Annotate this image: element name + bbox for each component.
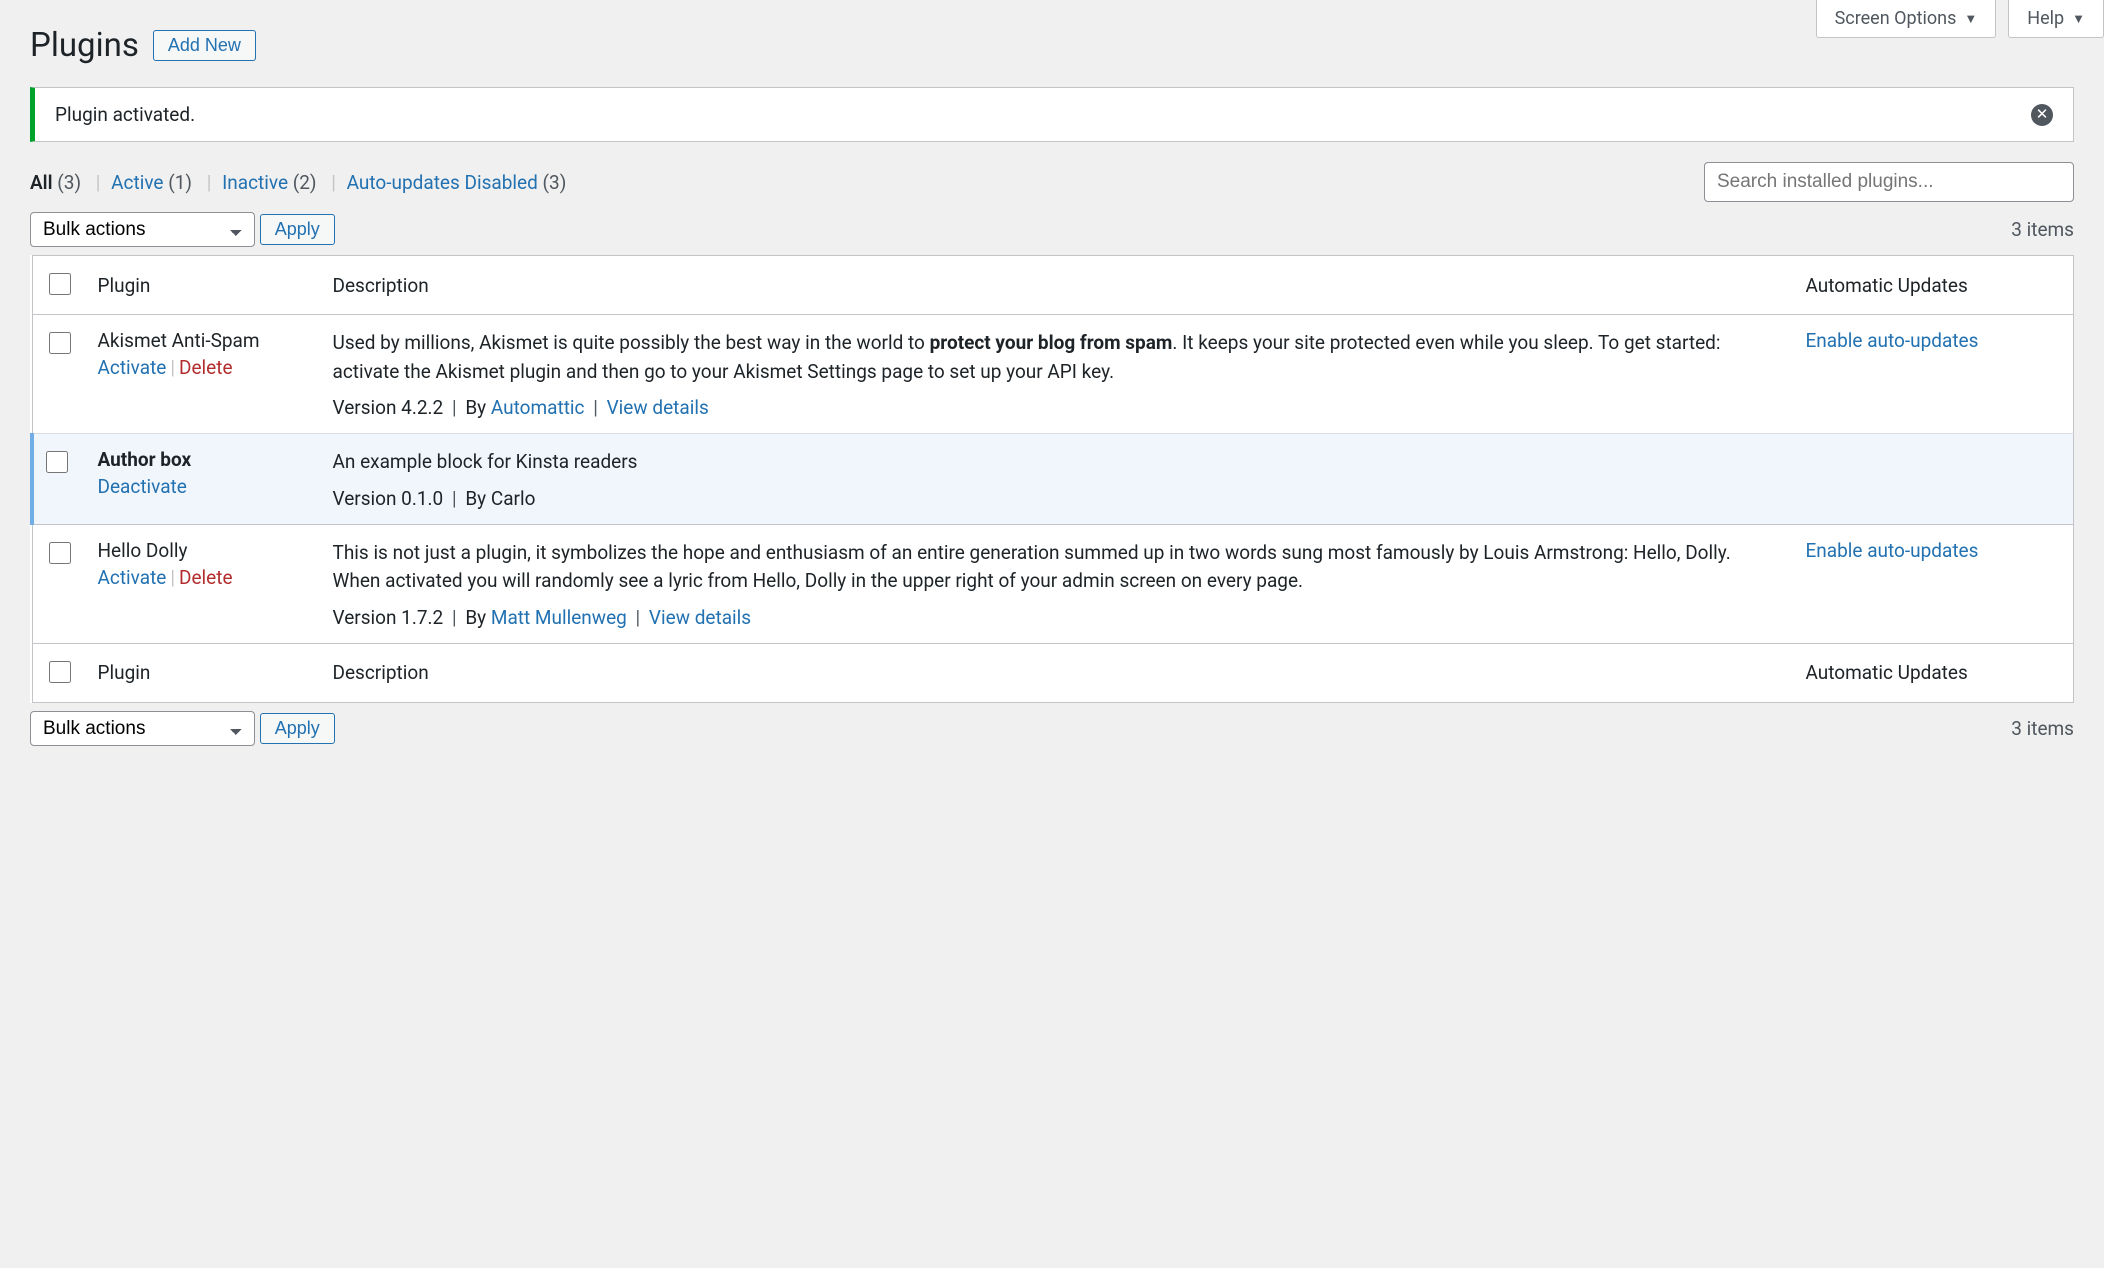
plugin-name: Author box (98, 448, 309, 471)
select-all-bottom[interactable] (49, 661, 71, 683)
select-plugin-checkbox[interactable] (49, 332, 71, 354)
plugin-meta: Version 1.7.2 | By Matt Mullenweg | View… (333, 606, 1782, 629)
add-new-button[interactable]: Add New (153, 30, 256, 61)
column-auto-updates: Automatic Updates (1794, 256, 2074, 315)
search-input[interactable] (1704, 162, 2074, 202)
column-description: Description (321, 256, 1794, 315)
filter-active[interactable]: Active (111, 171, 163, 194)
select-plugin-checkbox[interactable] (49, 542, 71, 564)
plugin-meta: Version 4.2.2 | By Automattic | View det… (333, 396, 1782, 419)
dismiss-notice-button[interactable]: ✕ (2031, 104, 2053, 126)
apply-button-bottom[interactable]: Apply (260, 713, 335, 744)
enable-auto-updates-link[interactable]: Enable auto-updates (1806, 329, 1979, 352)
close-icon: ✕ (2036, 107, 2049, 122)
page-title: Plugins (30, 26, 139, 65)
column-description-bottom: Description (321, 643, 1794, 702)
table-row: Akismet Anti-SpamActivate|DeleteUsed by … (32, 315, 2074, 434)
view-details-link[interactable]: View details (649, 606, 751, 629)
bulk-actions-select-top[interactable]: Bulk actions (30, 212, 255, 247)
view-details-link[interactable]: View details (607, 396, 709, 419)
select-all-top[interactable] (49, 273, 71, 295)
activate-link[interactable]: Activate (98, 356, 167, 379)
filter-inactive-count: (2) (293, 171, 317, 194)
items-count-bottom: 3 items (2011, 717, 2074, 740)
plugins-table: Plugin Description Automatic Updates Aki… (30, 255, 2074, 703)
column-plugin: Plugin (86, 256, 321, 315)
filter-auto-disabled-count: (3) (543, 171, 567, 194)
plugin-name: Hello Dolly (98, 539, 309, 562)
items-count-top: 3 items (2011, 218, 2074, 241)
table-row: Hello DollyActivate|DeleteThis is not ju… (32, 524, 2074, 643)
apply-button-top[interactable]: Apply (260, 214, 335, 245)
chevron-down-icon: ▼ (2072, 11, 2085, 27)
enable-auto-updates-link[interactable]: Enable auto-updates (1806, 539, 1979, 562)
column-plugin-bottom: Plugin (86, 643, 321, 702)
filter-auto-disabled[interactable]: Auto-updates Disabled (347, 171, 538, 194)
plugin-name: Akismet Anti-Spam (98, 329, 309, 352)
plugin-meta: Version 0.1.0 | By Carlo (333, 487, 1782, 510)
column-auto-updates-bottom: Automatic Updates (1794, 643, 2074, 702)
delete-link[interactable]: Delete (179, 356, 233, 379)
plugin-description: An example block for Kinsta readers (333, 448, 1782, 477)
author-link[interactable]: Automattic (491, 396, 585, 419)
help-tab[interactable]: Help ▼ (2008, 0, 2104, 38)
select-plugin-checkbox[interactable] (46, 451, 68, 473)
deactivate-link[interactable]: Deactivate (98, 475, 187, 498)
screen-options-tab[interactable]: Screen Options ▼ (1816, 0, 1997, 38)
filter-active-count: (1) (168, 171, 192, 194)
chevron-down-icon: ▼ (1964, 11, 1977, 27)
filter-inactive[interactable]: Inactive (222, 171, 288, 194)
delete-link[interactable]: Delete (179, 566, 233, 589)
filter-all[interactable]: All (30, 171, 53, 194)
notice-message: Plugin activated. (55, 103, 195, 126)
screen-options-label: Screen Options (1835, 8, 1957, 29)
bulk-actions-select-bottom[interactable]: Bulk actions (30, 711, 255, 746)
table-row: Author box Deactivate An example block for… (32, 434, 2074, 525)
plugin-description: Used by millions, Akismet is quite possi… (333, 329, 1782, 386)
plugin-description: This is not just a plugin, it symbolizes… (333, 539, 1782, 596)
author-link[interactable]: Matt Mullenweg (491, 606, 627, 629)
help-label: Help (2027, 8, 2064, 29)
activate-link[interactable]: Activate (98, 566, 167, 589)
filter-all-count: (3) (57, 171, 81, 194)
notice-success: Plugin activated. ✕ (30, 87, 2074, 142)
